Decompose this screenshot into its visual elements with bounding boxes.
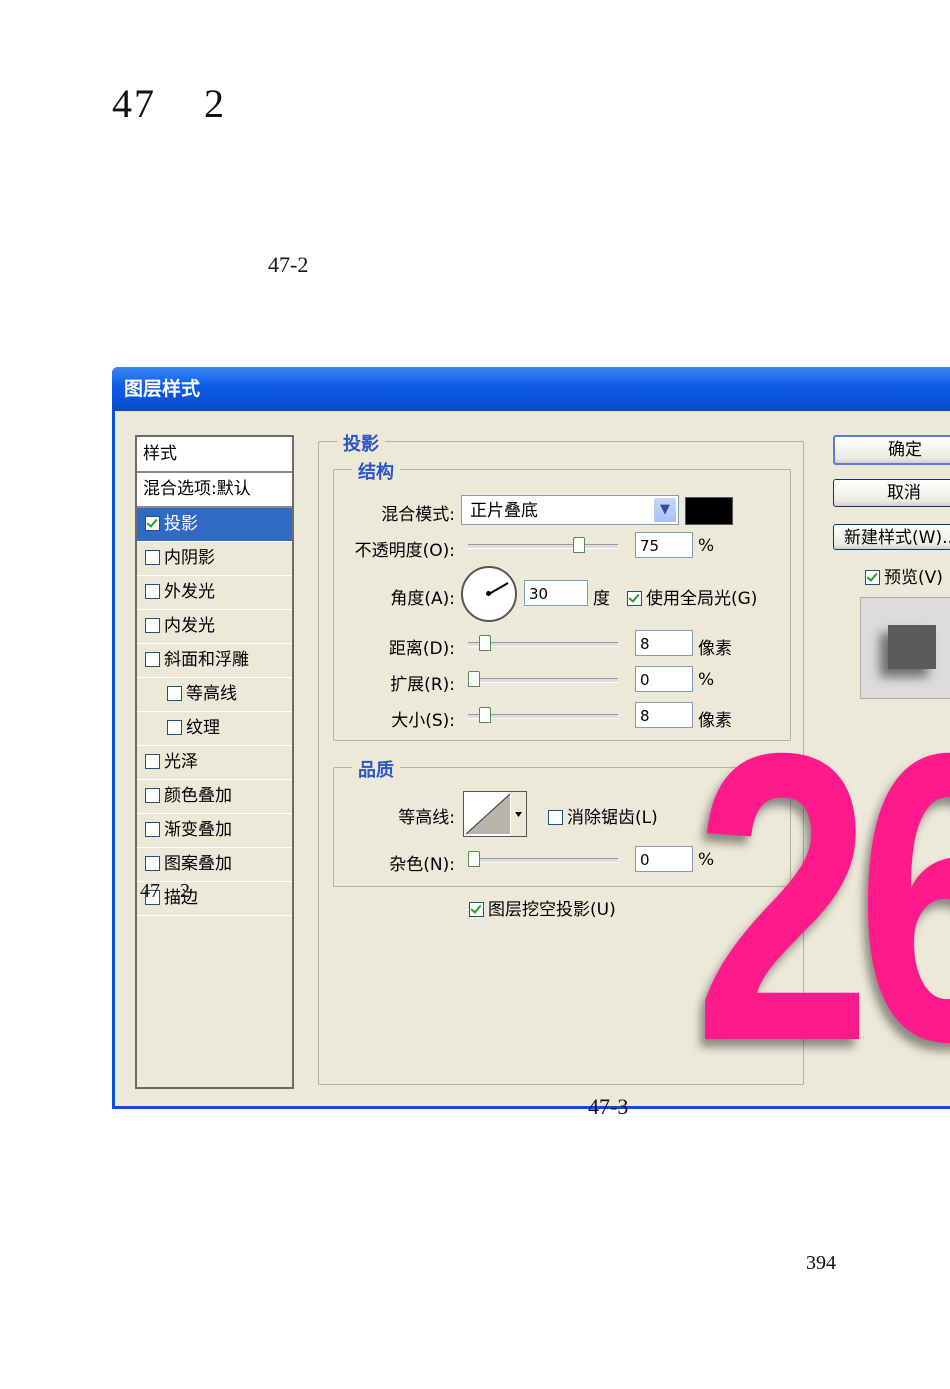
angle-unit: 度 xyxy=(593,589,610,609)
style-item[interactable]: 光泽 xyxy=(137,746,292,780)
style-item-label: 等高线 xyxy=(186,684,237,704)
style-item-label: 图案叠加 xyxy=(164,854,232,874)
dialog-titlebar[interactable]: 图层样式 xyxy=(112,367,950,411)
cancel-button[interactable]: 取消 xyxy=(833,479,950,507)
distance-slider-thumb[interactable] xyxy=(479,635,492,651)
distance-input[interactable]: 8 xyxy=(635,630,693,656)
styles-list-header: 样式 xyxy=(137,437,292,473)
style-item-checkbox[interactable] xyxy=(145,516,160,531)
style-item-label: 斜面和浮雕 xyxy=(164,650,249,670)
knockout-label: 图层挖空投影(U) xyxy=(488,900,616,920)
layer-style-dialog: 图层样式 样式 混合选项:默认 投影内阴影外发光内发光斜面和浮雕等高线纹理光泽颜… xyxy=(112,367,950,1109)
spread-label: 扩展(R): xyxy=(390,675,455,695)
page-number: 394 xyxy=(806,1252,836,1274)
style-item[interactable]: 等高线 xyxy=(137,678,292,712)
structure-title: 结构 xyxy=(352,458,400,484)
opacity-input[interactable]: 75 xyxy=(635,532,693,558)
style-item[interactable]: 内阴影 xyxy=(137,542,292,576)
size-slider[interactable] xyxy=(468,707,618,723)
style-item-checkbox[interactable] xyxy=(145,822,160,837)
blend-mode-label: 混合模式: xyxy=(381,505,455,525)
style-item[interactable]: 外发光 xyxy=(137,576,292,610)
antialias-option[interactable]: 消除锯齿(L) xyxy=(548,803,658,828)
preview-checkbox[interactable] xyxy=(865,570,880,585)
preview-thumbnail xyxy=(888,625,936,669)
style-item[interactable]: 渐变叠加 xyxy=(137,814,292,848)
style-item-checkbox[interactable] xyxy=(145,788,160,803)
blend-mode-select[interactable]: 正片叠底 ▼ xyxy=(461,495,679,525)
style-item-checkbox[interactable] xyxy=(145,550,160,565)
global-light-checkbox[interactable] xyxy=(627,591,642,606)
distance-slider[interactable] xyxy=(468,635,618,651)
style-item-label: 内发光 xyxy=(164,616,215,636)
style-item-checkbox[interactable] xyxy=(145,754,160,769)
style-item-label: 颜色叠加 xyxy=(164,786,232,806)
blend-options-item[interactable]: 混合选项:默认 xyxy=(137,473,292,508)
size-label: 大小(S): xyxy=(391,711,455,731)
spread-slider-thumb[interactable] xyxy=(468,671,480,687)
style-item[interactable]: 内发光 xyxy=(137,610,292,644)
antialias-label: 消除锯齿(L) xyxy=(567,808,658,828)
noise-input[interactable]: 0 xyxy=(635,846,693,872)
global-light-option[interactable]: 使用全局光(G) xyxy=(627,584,757,609)
ok-button[interactable]: 确定 xyxy=(833,435,950,465)
style-item-checkbox[interactable] xyxy=(145,618,160,633)
drop-shadow-title: 投影 xyxy=(337,430,385,456)
new-style-button[interactable]: 新建样式(W)... xyxy=(833,524,950,550)
style-item-checkbox[interactable] xyxy=(145,652,160,667)
dialog-title: 图层样式 xyxy=(124,378,201,400)
overlap-label: 47 2 xyxy=(140,880,190,902)
contour-curve-icon xyxy=(465,792,526,836)
antialias-checkbox[interactable] xyxy=(548,810,563,825)
style-item-label: 纹理 xyxy=(186,718,220,738)
style-items: 投影 内阴影 外发光 内发光 斜面和浮雕 等高线 纹理 光泽 颜色叠加 渐变叠加 图案叠加 描边 xyxy=(137,508,292,916)
opacity-slider-thumb[interactable] xyxy=(573,537,585,553)
style-item[interactable]: 颜色叠加 xyxy=(137,780,292,814)
style-item-checkbox[interactable] xyxy=(167,686,182,701)
opacity-slider[interactable] xyxy=(468,537,618,553)
style-item-checkbox[interactable] xyxy=(167,720,182,735)
styles-list: 样式 混合选项:默认 投影内阴影外发光内发光斜面和浮雕等高线纹理光泽颜色叠加渐变… xyxy=(135,435,294,1089)
angle-dial[interactable] xyxy=(461,566,517,622)
style-item[interactable]: 投影 xyxy=(137,508,292,542)
overlay-number-graphic: 26 xyxy=(694,668,950,1109)
shadow-color-swatch[interactable] xyxy=(685,497,733,525)
style-item-label: 内阴影 xyxy=(164,548,215,568)
style-item-label: 渐变叠加 xyxy=(164,820,232,840)
noise-slider[interactable] xyxy=(468,851,618,867)
style-item-label: 光泽 xyxy=(164,752,198,772)
style-item[interactable]: 纹理 xyxy=(137,712,292,746)
knockout-option[interactable]: 图层挖空投影(U) xyxy=(469,895,616,920)
size-slider-thumb[interactable] xyxy=(479,707,492,723)
figure-caption: 47-3 xyxy=(588,1094,629,1119)
quality-title: 品质 xyxy=(352,756,400,782)
size-input[interactable]: 8 xyxy=(635,702,693,728)
figure-label: 47-2 xyxy=(268,252,309,277)
global-light-label: 使用全局光(G) xyxy=(646,589,758,609)
distance-label: 距离(D): xyxy=(388,639,455,659)
preview-option[interactable]: 预览(V) xyxy=(865,563,943,588)
style-item-label: 外发光 xyxy=(164,582,215,602)
style-item[interactable]: 斜面和浮雕 xyxy=(137,644,292,678)
contour-picker[interactable] xyxy=(463,791,527,837)
preview-label: 预览(V) xyxy=(884,568,943,588)
style-item-checkbox[interactable] xyxy=(145,584,160,599)
style-item-label: 投影 xyxy=(164,514,198,534)
chevron-down-icon[interactable]: ▼ xyxy=(654,498,676,522)
spread-input[interactable]: 0 xyxy=(635,666,693,692)
angle-label: 角度(A): xyxy=(390,589,455,609)
page-heading: 47 2 xyxy=(112,81,226,126)
knockout-checkbox[interactable] xyxy=(469,902,484,917)
style-item[interactable]: 图案叠加 xyxy=(137,848,292,882)
noise-label: 杂色(N): xyxy=(389,855,455,875)
contour-label: 等高线: xyxy=(398,808,455,828)
blend-mode-value: 正片叠底 xyxy=(470,501,538,521)
noise-slider-thumb[interactable] xyxy=(468,851,480,867)
distance-unit: 像素 xyxy=(698,639,732,659)
style-item-checkbox[interactable] xyxy=(145,856,160,871)
opacity-label: 不透明度(O): xyxy=(354,541,455,561)
spread-slider[interactable] xyxy=(468,671,618,687)
angle-input[interactable]: 30 xyxy=(524,580,588,606)
opacity-unit: % xyxy=(698,536,715,556)
